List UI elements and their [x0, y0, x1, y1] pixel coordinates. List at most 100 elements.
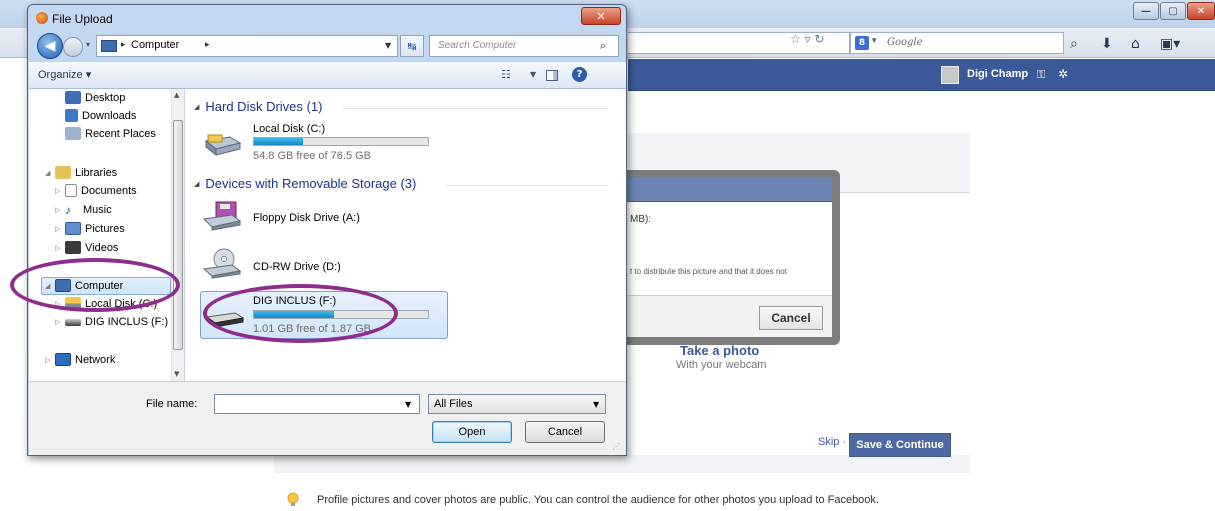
floppy-drive-icon[interactable] — [202, 201, 242, 231]
group-header-removable-storage[interactable]: ◢ Devices with Removable Storage (3) — [194, 176, 416, 191]
refresh-button[interactable]: ↹ — [400, 35, 424, 57]
collapsed-arrow-icon[interactable]: ▷ — [55, 318, 65, 326]
breadcrumb-arrow-icon[interactable]: ▸ — [205, 40, 210, 50]
dialog-bottom-area: File name: ▼ All Files ▼ Open Cancel ⋰ — [29, 381, 626, 455]
breadcrumb-arrow-icon[interactable]: ▸ — [121, 40, 126, 50]
nav-item-label: Libraries — [75, 166, 118, 179]
videos-icon — [65, 241, 81, 254]
firefox-icon — [36, 12, 48, 24]
scroll-up-arrow-icon[interactable]: ▲ — [174, 91, 179, 99]
browser-search-placeholder: Google — [887, 37, 923, 48]
collapse-arrow-icon[interactable]: ◢ — [194, 180, 199, 188]
scroll-down-arrow-icon[interactable]: ▼ — [174, 370, 179, 378]
avatar[interactable] — [941, 66, 959, 84]
cd-drive-icon[interactable] — [202, 247, 242, 279]
drive-d-label[interactable]: CD-RW Drive (D:) — [253, 261, 341, 273]
nav-item-documents[interactable]: ▷ Documents — [55, 184, 137, 197]
nav-scrollbar[interactable]: ▲ ▼ — [171, 89, 184, 381]
friend-requests-icon[interactable]: ⚿ — [1037, 68, 1045, 82]
settings-gear-icon[interactable]: ✲ — [1058, 67, 1068, 81]
group-divider — [445, 185, 608, 186]
change-view-icon[interactable]: ☷ — [501, 68, 511, 81]
expanded-arrow-icon[interactable]: ◢ — [45, 169, 55, 177]
filetype-value: All Files — [434, 398, 473, 410]
filetype-dropdown-icon[interactable]: ▼ — [593, 400, 599, 409]
collapsed-arrow-icon[interactable]: ▷ — [55, 244, 65, 252]
nav-item-desktop[interactable]: Desktop — [65, 91, 125, 104]
group-header-hard-disk-drives[interactable]: ◢ Hard Disk Drives (1) — [194, 99, 322, 114]
collapsed-arrow-icon[interactable]: ▷ — [45, 356, 55, 364]
dialog-title: File Upload — [52, 12, 113, 26]
search-input[interactable]: Search Computer ⌕ — [429, 35, 619, 57]
nav-item-label: Desktop — [85, 91, 126, 104]
collapsed-arrow-icon[interactable]: ▷ — [55, 187, 65, 195]
nav-item-libraries[interactable]: ◢ Libraries — [45, 166, 117, 179]
back-button[interactable]: ◀ — [37, 33, 63, 59]
search-icon[interactable]: ⌕ — [600, 39, 606, 53]
filetype-select[interactable]: All Files ▼ — [428, 394, 606, 414]
browser-search-box[interactable]: 8 ▾ Google — [850, 32, 1064, 54]
scrollbar-thumb[interactable] — [173, 120, 183, 350]
take-photo-link[interactable]: Take a photo — [680, 343, 759, 358]
forward-button[interactable] — [63, 37, 83, 57]
nav-item-pictures[interactable]: ▷ Pictures — [55, 222, 125, 235]
address-bar[interactable]: ▸ Computer ▸ ▼ — [96, 35, 398, 57]
desktop-icon — [65, 91, 81, 104]
nav-item-label: Recent Places — [85, 127, 156, 140]
filename-dropdown-icon[interactable]: ▼ — [405, 400, 411, 409]
home-icon[interactable]: ⌂ — [1131, 36, 1140, 52]
profile-name-link[interactable]: Digi Champ — [967, 68, 1028, 80]
take-photo-subtitle: With your webcam — [676, 359, 767, 371]
search-icon[interactable]: ⌕ — [1070, 36, 1078, 52]
music-icon: ♪ — [65, 203, 71, 217]
google-icon[interactable]: 8 — [855, 36, 869, 50]
resize-grip-icon[interactable]: ⋰ — [612, 442, 620, 451]
search-placeholder: Search Computer — [438, 40, 517, 51]
hard-drive-icon[interactable] — [202, 133, 242, 157]
nav-item-label: DIG INCLUS (F:) — [85, 316, 169, 328]
help-icon[interactable]: ? — [572, 67, 587, 82]
browser-minimize-button[interactable]: — — [1133, 2, 1159, 20]
collapsed-arrow-icon[interactable]: ▷ — [55, 225, 65, 233]
nav-item-recent-places[interactable]: Recent Places — [65, 127, 156, 140]
file-upload-dialog: File Upload ✕ ◀ ▾ ▸ Computer ▸ ▼ ↹ Searc… — [27, 4, 627, 456]
breadcrumb-computer[interactable]: Computer — [131, 39, 179, 51]
drive-c-label[interactable]: Local Disk (C:) — [253, 123, 325, 135]
facebook-dialog-text: MB): — [630, 214, 652, 225]
browser-close-button[interactable]: ✕ — [1187, 2, 1215, 20]
drive-c-usage-fill — [254, 138, 303, 145]
nav-item-network[interactable]: ▷ Network — [45, 353, 115, 366]
annotation-circle-computer — [10, 258, 180, 312]
browser-maximize-button[interactable]: ▢ — [1160, 2, 1186, 20]
privacy-tip-text: Profile pictures and cover photos are pu… — [317, 494, 879, 506]
nav-item-videos[interactable]: ▷ Videos — [55, 241, 118, 254]
nav-item-label: Documents — [81, 184, 137, 197]
filename-input[interactable]: ▼ — [214, 394, 420, 414]
skip-link[interactable]: Skip · — [818, 436, 846, 448]
recent-locations-dropdown-icon[interactable]: ▾ — [86, 40, 90, 49]
nav-item-label: Downloads — [82, 109, 137, 122]
address-dropdown-icon[interactable]: ▼ — [385, 41, 391, 50]
drive-a-label[interactable]: Floppy Disk Drive (A:) — [253, 212, 360, 224]
organize-button[interactable]: Organize ▾ — [38, 68, 91, 81]
dialog-close-button[interactable]: ✕ — [581, 7, 621, 25]
search-engine-dropdown-icon[interactable]: ▾ — [872, 36, 877, 46]
bookmarks-menu-icon[interactable]: ▣▾ — [1160, 36, 1180, 52]
download-icon[interactable]: ⬇ — [1101, 36, 1113, 52]
facebook-upload-dialog: MB): t to distribute this picture and th… — [610, 170, 840, 345]
collapsed-arrow-icon[interactable]: ▷ — [55, 206, 65, 214]
save-continue-button[interactable]: Save & Continue — [849, 433, 951, 457]
nav-item-dig-inclus[interactable]: ▷ DIG INCLUS (F:) — [55, 316, 168, 328]
open-button[interactable]: Open — [432, 421, 512, 443]
cancel-button[interactable]: Cancel — [525, 421, 605, 443]
view-dropdown-icon[interactable]: ▼ — [530, 70, 536, 79]
facebook-dialog-disclaimer: t to distribute this picture and that it… — [630, 267, 787, 276]
preview-pane-icon[interactable] — [546, 70, 558, 81]
collapse-arrow-icon[interactable]: ◢ — [194, 103, 199, 111]
group-header-label: Hard Disk Drives (1) — [205, 99, 323, 114]
facebook-cancel-button[interactable]: Cancel — [759, 306, 823, 330]
bookmark-star-icon[interactable]: ☆ ▿ ↻ — [790, 32, 824, 46]
nav-item-downloads[interactable]: Downloads — [65, 109, 136, 122]
navigation-pane: Desktop Downloads Recent Places ◢ Librar… — [29, 89, 184, 381]
nav-item-music[interactable]: ▷ ♪ Music — [55, 203, 112, 217]
